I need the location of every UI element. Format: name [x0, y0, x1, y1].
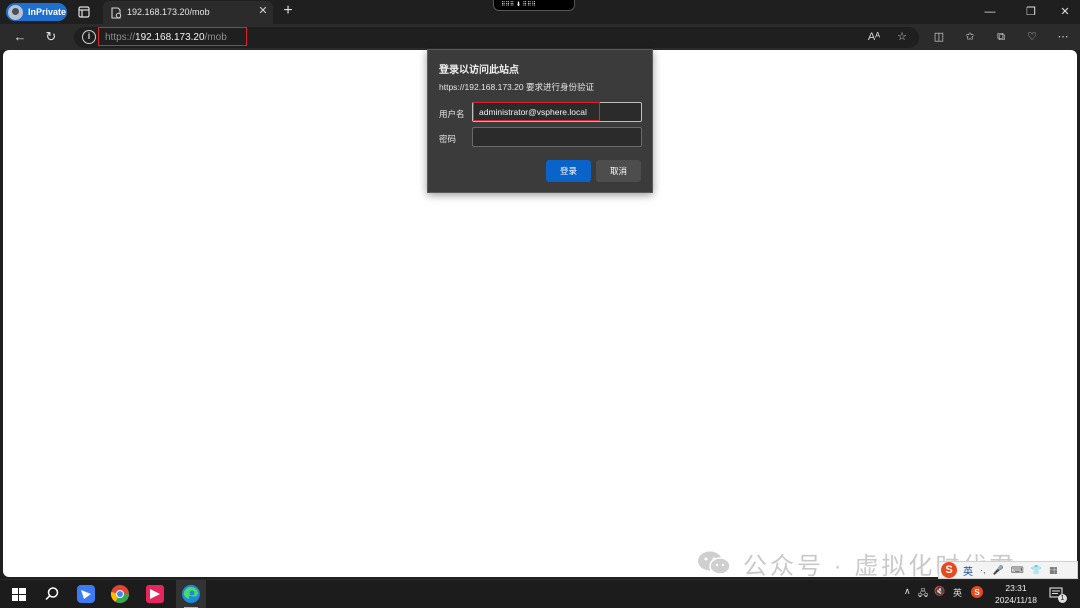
network-icon[interactable]: 🖧: [918, 586, 928, 602]
url-scheme: https://: [105, 32, 136, 43]
navigation-bar: ← ↻ i https://192.168.173.20/mob Aᴬ ☆ ◫ …: [0, 24, 1080, 50]
edge-icon[interactable]: [181, 584, 201, 604]
sogou-tray-icon[interactable]: S: [971, 586, 983, 600]
wechat-logo-icon: [697, 550, 731, 576]
ime-language[interactable]: 英: [963, 563, 973, 578]
remote-toolbar-icon: ⠿⠿⠿ ⬇ ⠿⠿⠿: [501, 2, 536, 8]
url-text[interactable]: https://192.168.173.20/mob: [105, 32, 227, 43]
browser-essentials-icon[interactable]: ♡: [1024, 29, 1040, 45]
ime-keyboard-icon[interactable]: ⌨: [1011, 565, 1024, 576]
ime-skin-icon[interactable]: 👕: [1031, 565, 1042, 576]
tab-title: 192.168.173.20/mob: [127, 7, 210, 17]
refresh-icon[interactable]: ↻: [42, 28, 60, 46]
inprivate-label: InPrivate: [28, 7, 67, 17]
inprivate-button[interactable]: InPrivate: [6, 3, 67, 21]
ime-microphone-icon[interactable]: 🎤: [993, 565, 1004, 576]
tray-overflow-icon[interactable]: ∧: [904, 586, 911, 597]
notification-badge: 1: [1058, 594, 1067, 603]
more-menu-icon[interactable]: ⋯: [1055, 29, 1071, 45]
clock-date: 2024/11/18: [995, 595, 1037, 605]
dialog-title: 登录以访问此站点: [439, 65, 519, 76]
notification-icon[interactable]: 1: [1049, 586, 1067, 603]
url-path: /mob: [204, 32, 227, 43]
profile-avatar-icon: [8, 4, 23, 20]
password-field[interactable]: [472, 127, 642, 147]
windows-start-icon[interactable]: [9, 584, 29, 604]
minimize-icon[interactable]: —: [982, 4, 998, 20]
sogou-ime-icon[interactable]: S: [941, 562, 957, 578]
remote-toolbar[interactable]: ⠿⠿⠿ ⬇ ⠿⠿⠿: [493, 0, 575, 11]
clock-time: 23:31: [1005, 583, 1027, 593]
password-label: 密码: [439, 134, 457, 144]
tab-active[interactable]: 192.168.173.20/mob ✕: [103, 1, 273, 24]
split-screen-icon[interactable]: ◫: [931, 29, 947, 45]
back-icon[interactable]: ←: [11, 28, 29, 46]
svg-text:S: S: [974, 588, 980, 597]
username-label: 用户名: [439, 109, 465, 119]
read-aloud-icon[interactable]: Aᴬ: [866, 29, 882, 45]
tab-actions-icon[interactable]: [76, 4, 92, 20]
auth-dialog: 登录以访问此站点 https://192.168.173.20 要求进行身份验证…: [427, 49, 653, 193]
login-button[interactable]: 登录: [546, 160, 591, 182]
feishu-app-icon[interactable]: [76, 584, 96, 604]
favorite-star-icon[interactable]: ☆: [894, 29, 910, 45]
chrome-icon[interactable]: [110, 584, 130, 604]
site-info-icon[interactable]: i: [82, 30, 96, 44]
close-window-icon[interactable]: ✕: [1057, 4, 1073, 20]
tray-language[interactable]: 英: [953, 586, 962, 599]
page-favicon-icon: [110, 6, 122, 19]
ime-punctuation-icon[interactable]: ·,: [980, 565, 986, 575]
ime-toolbar[interactable]: S 英 ·, 🎤 ⌨ 👕 ▦: [938, 561, 1078, 579]
new-tab-icon[interactable]: +: [280, 3, 296, 19]
search-icon[interactable]: [42, 584, 62, 604]
dialog-subtitle: https://192.168.173.20 要求进行身份验证: [439, 82, 594, 92]
clock[interactable]: 23:31 2024/11/18: [991, 582, 1041, 606]
collections-icon[interactable]: ⧉: [993, 29, 1009, 45]
cancel-button[interactable]: 取消: [596, 160, 641, 182]
favorites-icon[interactable]: ✩: [962, 29, 978, 45]
ime-apps-icon[interactable]: ▦: [1049, 565, 1058, 576]
tab-close-icon[interactable]: ✕: [256, 4, 270, 18]
volume-muted-icon[interactable]: 🔇: [934, 586, 945, 597]
tab-bar: InPrivate 192.168.173.20/mob ✕ + ⠿⠿⠿ ⬇ ⠿…: [0, 0, 1080, 24]
taskbar: ∧ 🖧 🔇 英 S 23:31 2024/11/18 1: [0, 579, 1080, 608]
url-host: 192.168.173.20: [135, 32, 205, 43]
screen: InPrivate 192.168.173.20/mob ✕ + ⠿⠿⠿ ⬇ ⠿…: [0, 0, 1080, 608]
address-bar[interactable]: i https://192.168.173.20/mob: [74, 27, 919, 48]
app-icon[interactable]: [145, 584, 165, 604]
restore-icon[interactable]: ❐: [1023, 4, 1039, 20]
username-highlight-box: [473, 102, 600, 121]
